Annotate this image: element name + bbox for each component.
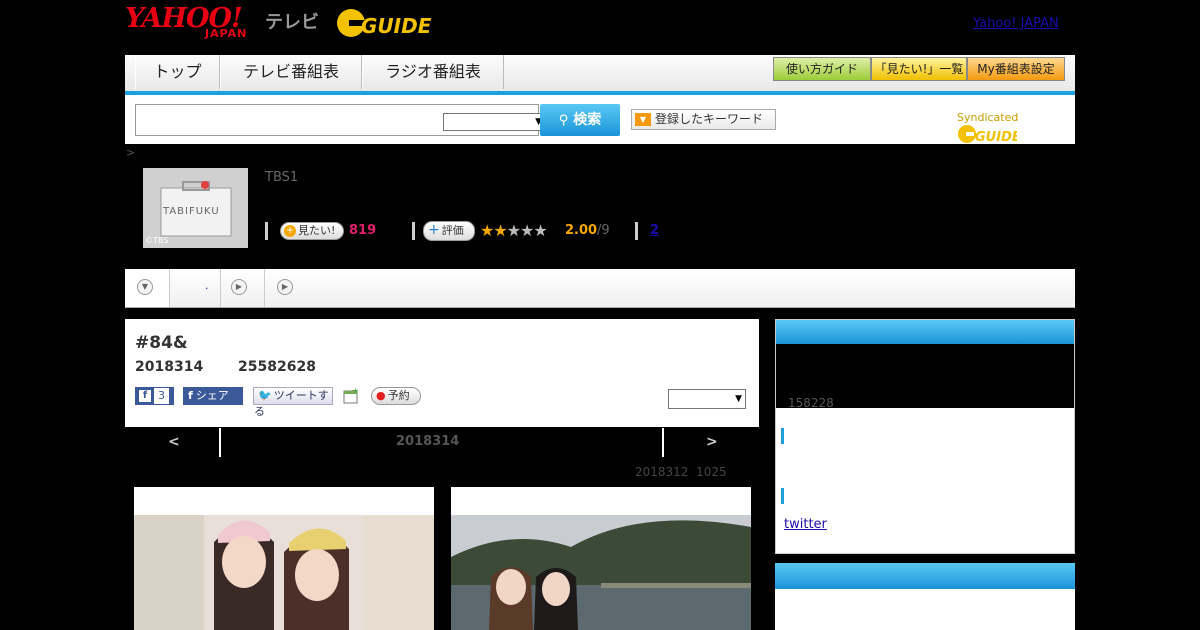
sidebar-header bbox=[775, 563, 1075, 589]
search-icon: ⚲ bbox=[558, 113, 569, 128]
facebook-icon: f bbox=[188, 389, 193, 402]
plus-icon: + bbox=[428, 222, 440, 238]
play-icon[interactable]: ▶ bbox=[231, 279, 247, 295]
program-thumbnail: TABIFUKU ©TBS bbox=[143, 168, 248, 248]
registered-keywords-button[interactable]: ▼ 登録したキーワード bbox=[631, 109, 776, 130]
tab-expand[interactable]: ▼ bbox=[125, 269, 170, 307]
rating-stars: ★★★★★ bbox=[480, 221, 548, 241]
gguide-logo-text: GUIDE bbox=[361, 14, 431, 38]
updated-time: 2018312 1025 bbox=[635, 465, 727, 479]
copyright-badge: ©TBS bbox=[145, 236, 169, 245]
search-bar: ▼ ⚲ 検索 ▼ 登録したキーワード Syndicated GUIDE bbox=[125, 95, 1075, 145]
tab-separator bbox=[220, 269, 221, 307]
svg-text:+: + bbox=[352, 387, 359, 395]
tab-link[interactable]: . bbox=[205, 279, 209, 292]
divider bbox=[662, 428, 664, 457]
facebook-share-button[interactable]: f シェア bbox=[183, 387, 243, 405]
rate-button[interactable]: + 評価 bbox=[423, 221, 475, 241]
reviews-link[interactable]: 2 bbox=[650, 221, 659, 241]
divider bbox=[635, 222, 638, 240]
star-icon: ★ bbox=[480, 221, 494, 240]
plus-icon: + bbox=[284, 225, 296, 237]
episode-date: 2018314 bbox=[135, 359, 204, 375]
program-tab-row: ▼ . ▶ ▶ bbox=[125, 269, 1075, 308]
episode-photo-2[interactable] bbox=[451, 487, 751, 630]
gguide-small-logo: GUIDE bbox=[958, 125, 1021, 145]
sidebar-panel: 158228 twitter bbox=[775, 319, 1075, 554]
record-dot-icon: ● bbox=[376, 389, 386, 402]
episode-select[interactable]: ▼ bbox=[668, 389, 746, 409]
search-input[interactable]: ▼ bbox=[135, 104, 545, 136]
main-nav: トップ テレビ番組表 ラジオ番組表 使い方ガイド 「見たい!」一覧 My番組表設… bbox=[125, 55, 1075, 95]
thumbnail-label: TABIFUKU bbox=[163, 206, 220, 217]
episode-title: #84& bbox=[135, 333, 188, 353]
tv-logo-text[interactable]: テレビ bbox=[265, 8, 319, 34]
facebook-icon: f bbox=[139, 390, 151, 402]
sidebar-counter: 158228 bbox=[788, 396, 834, 410]
search-category-select[interactable]: ▼ bbox=[443, 113, 545, 131]
chevron-down-icon: ▼ bbox=[137, 279, 153, 295]
dropdown-arrow-icon: ▼ bbox=[635, 113, 651, 126]
tweet-button[interactable]: 🐦 ツイートする bbox=[253, 387, 333, 418]
chevron-down-icon: ▼ bbox=[735, 394, 742, 404]
section-marker bbox=[781, 428, 784, 444]
next-day-link[interactable]: > bbox=[706, 434, 718, 450]
star-icon: ★ bbox=[520, 221, 534, 240]
my-listings-settings-button[interactable]: My番組表設定 bbox=[967, 57, 1065, 81]
want-list-button[interactable]: 「見たい!」一覧 bbox=[871, 57, 967, 81]
rating-count: /9 bbox=[597, 223, 610, 238]
reserve-button[interactable]: ● 予約 bbox=[371, 387, 421, 405]
tab-tv-listings[interactable]: テレビ番組表 bbox=[220, 55, 362, 89]
twitter-link[interactable]: twitter bbox=[784, 517, 827, 532]
want-button[interactable]: + 見たい! bbox=[280, 222, 344, 240]
sidebar-header bbox=[776, 320, 1074, 344]
facebook-like-button[interactable]: f3 bbox=[135, 387, 174, 405]
episode-card: #84& 2018314 25582628 f3 f シェア 🐦 ツイートする + … bbox=[125, 319, 759, 427]
divider bbox=[412, 222, 415, 240]
want-count: 819 bbox=[349, 223, 377, 238]
tab-top[interactable]: トップ bbox=[135, 55, 220, 89]
yahoo-japan-logo-text: JAPAN bbox=[205, 27, 248, 40]
divider bbox=[219, 428, 221, 457]
divider bbox=[265, 222, 268, 240]
search-button[interactable]: ⚲ 検索 bbox=[540, 104, 620, 136]
prev-day-link[interactable]: < bbox=[168, 434, 180, 450]
calendar-add-icon[interactable]: + bbox=[343, 386, 359, 405]
episode-photo-1[interactable] bbox=[134, 487, 434, 630]
svg-text:GUIDE: GUIDE bbox=[975, 130, 1017, 144]
tab-radio-listings[interactable]: ラジオ番組表 bbox=[362, 55, 504, 89]
channel-name: TBS1 bbox=[265, 170, 299, 185]
star-icon: ★ bbox=[533, 221, 547, 240]
breadcrumb[interactable]: > bbox=[126, 146, 135, 159]
star-icon: ★ bbox=[493, 221, 507, 240]
play-icon[interactable]: ▶ bbox=[277, 279, 293, 295]
pager-date: 2018314 bbox=[396, 434, 460, 449]
sidebar-panel-2 bbox=[775, 563, 1075, 630]
syndicated-label: Syndicated GUIDE bbox=[957, 111, 1075, 145]
howto-guide-button[interactable]: 使い方ガイド bbox=[773, 57, 871, 81]
twitter-bird-icon: 🐦 bbox=[258, 389, 272, 402]
episode-time: 25582628 bbox=[238, 359, 316, 375]
yahoo-japan-link[interactable]: Yahoo! JAPAN bbox=[973, 16, 1059, 31]
tab-separator bbox=[264, 269, 265, 307]
gguide-logo[interactable]: GUIDE bbox=[335, 6, 432, 40]
section-marker bbox=[781, 488, 784, 504]
star-icon: ★ bbox=[506, 221, 521, 240]
rating-value: 2.00 bbox=[565, 223, 598, 238]
